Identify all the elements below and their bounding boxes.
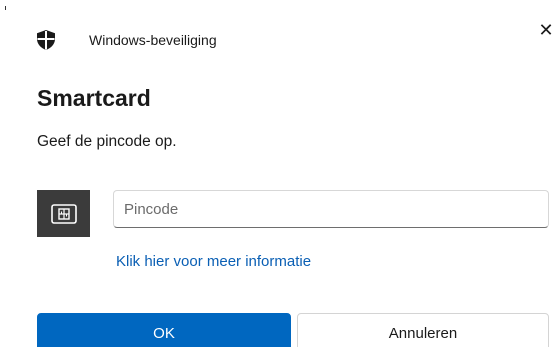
- pin-input[interactable]: [113, 190, 549, 228]
- smartcard-icon: [50, 203, 77, 224]
- title-bar: Windows-beveiliging ✕: [0, 0, 557, 60]
- cancel-button-label: Annuleren: [388, 325, 458, 342]
- ok-button[interactable]: OK: [37, 313, 291, 347]
- cancel-button[interactable]: Annuleren: [297, 313, 549, 347]
- close-icon: ✕: [538, 19, 554, 40]
- ok-button-label: OK: [153, 325, 175, 342]
- more-info-link[interactable]: Klik hier voor meer informatie: [116, 253, 311, 270]
- dialog-instruction: Geef de pincode op.: [37, 133, 177, 150]
- close-button[interactable]: ✕: [535, 18, 557, 42]
- windows-security-dialog: Windows-beveiliging ✕ Smartcard Geef de …: [0, 0, 557, 347]
- dialog-heading: Smartcard: [37, 85, 151, 111]
- app-title: Windows-beveiliging: [89, 32, 217, 48]
- shield-icon: [37, 30, 55, 50]
- smartcard-tile: [37, 190, 90, 237]
